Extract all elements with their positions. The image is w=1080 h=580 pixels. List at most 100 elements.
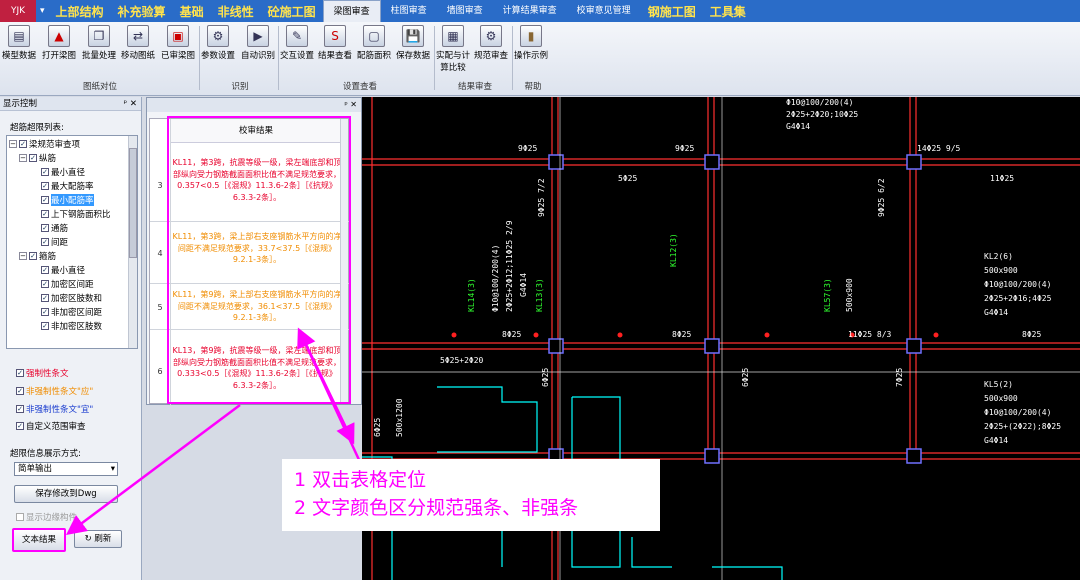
actual-vs-calc-button[interactable]: ▦ 实配与计算比较 xyxy=(436,25,470,73)
tree-node[interactable]: − ✓ 梁规范审查项 xyxy=(9,138,80,150)
mandatory-clause-checkbox[interactable]: ✓ 强制性条文 xyxy=(16,367,69,379)
tree-node[interactable]: ✓ 非加密区肢数 xyxy=(41,320,102,332)
tree-node[interactable]: ✓ 非加密区间距 xyxy=(41,306,102,318)
cad-label: 500x1200 xyxy=(395,398,404,437)
tree-node[interactable]: − ✓ 纵筋 xyxy=(19,152,56,164)
collapse-icon[interactable]: − xyxy=(19,252,27,260)
checkbox-checked[interactable]: ✓ xyxy=(41,294,49,302)
operation-example-button[interactable]: ▮ 操作示例 xyxy=(514,25,548,61)
checkbox-checked[interactable]: ✓ xyxy=(41,210,49,218)
refresh-button[interactable]: ↻ 刷新 xyxy=(74,530,122,548)
tree-scrollbar[interactable] xyxy=(128,136,137,348)
tab-calc-result-review[interactable]: 计算结果审查 xyxy=(493,0,567,22)
checkbox-checked[interactable]: ✓ xyxy=(16,405,24,413)
tab-wall-review[interactable]: 墙图审查 xyxy=(437,0,493,22)
checkbox-checked[interactable]: ✓ xyxy=(16,422,24,430)
annotation-line-2: 2 文字颜色区分规范强条、非强条 xyxy=(294,497,579,519)
reinforcement-area-button[interactable]: ▢ 配筋面积 xyxy=(357,25,391,61)
tree-node[interactable]: ✓ 通筋 xyxy=(41,222,68,234)
tree-node[interactable]: − ✓ 箍筋 xyxy=(19,250,56,262)
results-scrollbar[interactable] xyxy=(340,119,348,403)
non-mandatory-advisory-checkbox[interactable]: ✓ 非强制性条文"宜" xyxy=(16,403,93,415)
view-results-icon: S xyxy=(324,25,346,47)
checkbox-checked[interactable]: ✓ xyxy=(41,224,49,232)
open-beam-drawing-button[interactable]: ▲ 打开梁图 xyxy=(42,25,76,61)
table-row[interactable]: KL11，第3跨，梁上部右支座钢筋水平方向的净间距不满足规范要求，33.7<37… xyxy=(172,231,342,266)
menu-steel-drawing[interactable]: 钢施工图 xyxy=(641,3,703,20)
table-row[interactable]: KL11，第9跨，梁上部右支座钢筋水平方向的净间距不满足规范要求，36.1<37… xyxy=(172,289,342,324)
checkbox-checked[interactable]: ✓ xyxy=(16,387,24,395)
show-boundary-checkbox[interactable]: 显示边缘构件 xyxy=(16,511,77,523)
custom-range-checkbox[interactable]: ✓ 自定义范围审查 xyxy=(16,420,86,432)
save-data-button[interactable]: 💾 保存数据 xyxy=(396,25,430,61)
cad-label: G4Φ14 xyxy=(786,122,810,131)
scrollbar-thumb[interactable] xyxy=(129,148,137,258)
tree-label: 纵筋 xyxy=(39,154,57,164)
auto-recognize-button[interactable]: ▶ 自动识别 xyxy=(241,25,275,61)
cad-label: KL13(3) xyxy=(535,278,544,312)
cad-label: 9Φ25 6/2 xyxy=(877,178,886,217)
menu-upper-structure[interactable]: 上部结构 xyxy=(49,3,111,20)
tab-column-review[interactable]: 柱图审查 xyxy=(381,0,437,22)
collapse-icon[interactable]: − xyxy=(19,154,27,162)
menu-concrete-drawing[interactable]: 砼施工图 xyxy=(261,3,323,20)
cad-label: Φ10@100/200(4) xyxy=(984,280,1051,289)
menu-foundation[interactable]: 基础 xyxy=(173,3,211,20)
tree-node[interactable]: ✓ 加密区间距 xyxy=(41,278,94,290)
tab-review-comments[interactable]: 校审意见管理 xyxy=(567,0,641,22)
parameter-settings-button[interactable]: ⚙ 参数设置 xyxy=(201,25,235,61)
results-table[interactable]: 校审结果 3 KL11，第3跨，抗震等级一级，梁左端底部和顶部纵向受力钢筋截面面… xyxy=(149,118,350,405)
reviewed-beam-drawing-label: 已审梁图 xyxy=(161,51,196,61)
checkbox-checked[interactable]: ✓ xyxy=(41,182,49,190)
tree-node[interactable]: ✓ 最大配筋率 xyxy=(41,180,94,192)
reviewed-beam-drawing-button[interactable]: ▣ 已审梁图 xyxy=(161,25,195,61)
model-data-button[interactable]: ▤ 模型数据 xyxy=(2,25,36,61)
app-menu-dropdown-icon[interactable]: ▾ xyxy=(36,6,49,16)
checkbox-checked[interactable]: ✓ xyxy=(29,154,37,162)
checkbox-checked[interactable]: ✓ xyxy=(19,140,27,148)
tree-node-selected[interactable]: ✓ 最小配筋率 xyxy=(41,194,94,206)
interactive-settings-button[interactable]: ✎ 交互设置 xyxy=(280,25,314,61)
save-to-dwg-button[interactable]: 保存修改到Dwg xyxy=(14,485,118,503)
checkbox-disabled[interactable] xyxy=(16,513,24,521)
batch-process-button[interactable]: ❐ 批量处理 xyxy=(82,25,116,61)
tree-label: 通筋 xyxy=(51,224,69,234)
tab-beam-review[interactable]: 梁图审查 xyxy=(322,0,381,22)
settings-icon: ⚙ xyxy=(207,25,229,47)
table-row[interactable]: KL13，第9跨，抗震等级一级，梁左端底部和顶部纵向受力钢筋截面面积比值不满足规… xyxy=(172,345,342,391)
pin-close-icon[interactable]: ᵖ ✕ xyxy=(124,97,137,111)
tree-node[interactable]: ✓ 间距 xyxy=(41,236,68,248)
code-review-button[interactable]: ⚙ 规范审查 xyxy=(474,25,508,61)
checkbox-checked[interactable]: ✓ xyxy=(41,168,49,176)
move-drawing-button[interactable]: ⇄ 移动图纸 xyxy=(121,25,155,61)
display-mode-select[interactable]: 简单输出 ▾ xyxy=(14,462,118,476)
view-results-label: 结果查看 xyxy=(318,51,353,61)
non-mandatory-advisory-label: 非强制性条文"宜" xyxy=(26,405,94,415)
tree-node[interactable]: ✓ 上下钢筋面积比 xyxy=(41,208,111,220)
menu-toolset[interactable]: 工具集 xyxy=(703,3,753,20)
text-result-button[interactable]: 文本结果 xyxy=(12,528,66,552)
cad-label: 2Φ25+(2Φ22);8Φ25 xyxy=(984,422,1061,431)
collapse-icon[interactable]: − xyxy=(9,140,17,148)
checkbox-checked[interactable]: ✓ xyxy=(41,238,49,246)
view-results-button[interactable]: S 结果查看 xyxy=(318,25,352,61)
row-number: 3 xyxy=(157,181,163,190)
checkbox-checked[interactable]: ✓ xyxy=(41,196,49,204)
checkbox-checked[interactable]: ✓ xyxy=(41,308,49,316)
checkbox-checked[interactable]: ✓ xyxy=(41,266,49,274)
tree-node[interactable]: ✓ 最小直径 xyxy=(41,166,85,178)
menu-nonlinear[interactable]: 非线性 xyxy=(211,3,261,20)
checkbox-checked[interactable]: ✓ xyxy=(41,280,49,288)
menu-supplementary-check[interactable]: 补充验算 xyxy=(111,3,173,20)
non-mandatory-should-checkbox[interactable]: ✓ 非强制性条文"应" xyxy=(16,385,93,397)
results-panel-titlebar: ᵖ ✕ xyxy=(147,98,361,112)
checkbox-checked[interactable]: ✓ xyxy=(16,369,24,377)
table-row[interactable]: KL11，第3跨，抗震等级一级，梁左端底部和顶部纵向受力钢筋截面面积比值不满足规… xyxy=(172,157,342,203)
checkbox-checked[interactable]: ✓ xyxy=(29,252,37,260)
tree-node[interactable]: ✓ 最小直径 xyxy=(41,264,85,276)
pin-close-icon[interactable]: ᵖ ✕ xyxy=(344,100,357,109)
operation-example-label: 操作示例 xyxy=(514,51,549,61)
checkbox-checked[interactable]: ✓ xyxy=(41,322,49,330)
over-limit-tree[interactable]: − ✓ 梁规范审查项 − ✓ 纵筋 ✓ 最小直径 ✓ 最大配筋率 ✓ 最小配筋率 ✓ 上下钢筋面… xyxy=(6,135,138,349)
tree-node[interactable]: ✓ 加密区肢数和 xyxy=(41,292,102,304)
